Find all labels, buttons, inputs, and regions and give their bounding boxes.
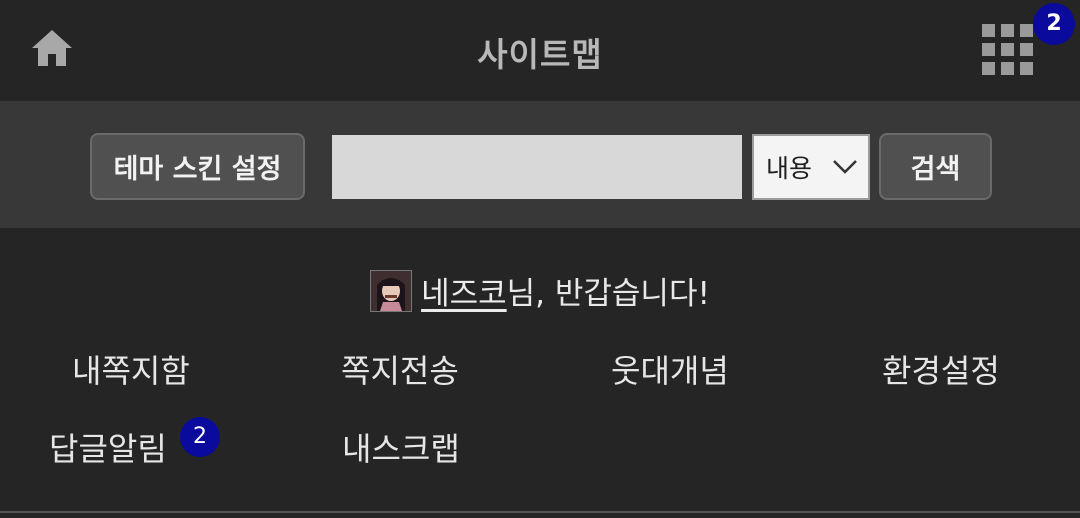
username-link[interactable]: 네즈코 [421,268,507,313]
theme-skin-button[interactable]: 테마 스킨 설정 [90,133,305,200]
menu-item-inbox[interactable]: 내쪽지함 [72,346,190,392]
reply-alert-badge: 2 [180,417,220,457]
menu-item-humor-concept[interactable]: 웃대개념 [611,346,729,392]
divider [0,511,1080,513]
menu-item-reply-alerts[interactable]: 답글알림 [49,424,167,470]
welcome-message: 네즈코 님, 반갑습니다! [0,268,1080,313]
search-type-select[interactable]: 내용 [752,134,870,200]
search-input[interactable] [332,135,742,199]
welcome-suffix: 님, 반갑습니다! [506,276,710,312]
avatar-image [371,270,412,311]
grid-menu-icon [982,24,995,37]
avatar[interactable] [370,269,413,312]
search-type-value: 내용 [766,154,813,183]
top-bar: 사이트맵 2 [0,0,1080,101]
notification-badge[interactable]: 2 [1033,3,1075,45]
menu-item-send-message[interactable]: 쪽지전송 [341,346,459,392]
page-title: 사이트맵 [477,35,603,74]
chevron-down-icon [833,160,857,174]
grid-menu-button[interactable] [980,24,1036,76]
menu-item-my-scrap[interactable]: 내스크랩 [342,424,460,470]
menu-item-settings[interactable]: 환경설정 [882,346,1000,392]
search-button[interactable]: 검색 [879,133,992,200]
search-bar: 테마 스킨 설정 내용 검색 [0,101,1080,228]
